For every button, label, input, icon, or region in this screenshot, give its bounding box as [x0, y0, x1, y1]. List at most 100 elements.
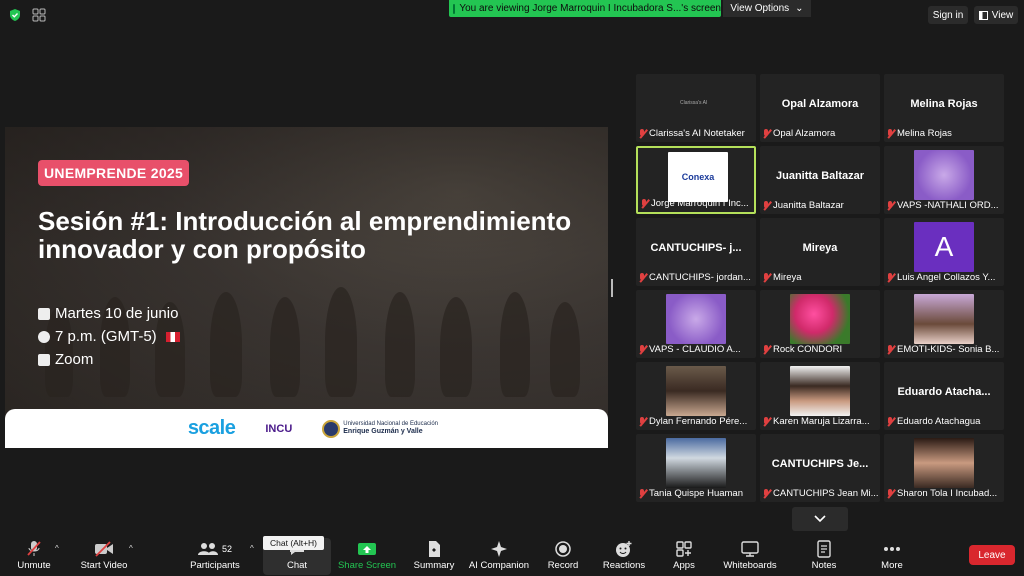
participant-label-text: Rock CONDORI [773, 344, 843, 355]
view-options-button[interactable]: View Options ⌄ [723, 0, 811, 17]
participant-video [790, 366, 850, 416]
microphone-muted-icon [762, 272, 771, 283]
participant-name-label: Mireya [762, 271, 878, 284]
participant-video [914, 150, 974, 200]
unmute-button[interactable]: Unmute [14, 540, 54, 574]
microphone-muted-icon [640, 198, 649, 209]
participant-tile[interactable]: Eduardo Atacha... Eduardo Atachagua [884, 362, 1004, 430]
participant-tile[interactable]: Dylan Fernando Pére... [636, 362, 756, 430]
scale-logo: scale [187, 417, 236, 439]
participant-video [914, 438, 974, 488]
participants-label: Participants [190, 560, 240, 571]
participant-label-text: EMOTI-KIDS- Sonia B... [897, 344, 1000, 355]
audio-options-caret[interactable]: ^ [55, 544, 59, 553]
shield-icon[interactable] [8, 8, 22, 22]
participant-name-label: VAPS - CLAUDIO A... [638, 343, 754, 356]
participant-name-label: Jorge Marroquin I Inc... [640, 197, 752, 210]
chat-tooltip: Chat (Alt+H) [263, 536, 324, 550]
participants-options-caret[interactable]: ^ [250, 544, 254, 553]
participant-display-name: CANTUCHIPS Je... [771, 458, 869, 470]
participant-name-label: Dylan Fernando Pére... [638, 415, 754, 428]
participant-label-text: Juanitta Baltazar [773, 200, 844, 211]
participant-label-text: Eduardo Atachagua [897, 416, 981, 427]
video-off-icon [95, 541, 113, 557]
participant-tile[interactable]: CANTUCHIPS- j... CANTUCHIPS- jordan... [636, 218, 756, 286]
university-logo: Universidad Nacional de Educación Enriqu… [322, 419, 438, 438]
participant-name-label: Rock CONDORI [762, 343, 878, 356]
participant-name-label: Eduardo Atachagua [886, 415, 1002, 428]
participant-label-text: Karen Maruja Lizarra... [773, 416, 870, 427]
participant-label-text: Dylan Fernando Pére... [649, 416, 748, 427]
participant-name-label: Sharon Tola I Incubad... [886, 487, 1002, 500]
participant-display-name: CANTUCHIPS- j... [650, 242, 742, 254]
microphone-muted-icon [638, 488, 647, 499]
participant-tile[interactable]: A Luis Angel Collazos Y... [884, 218, 1004, 286]
banner-text: You are viewing Jorge Marroquin I Incuba… [459, 3, 721, 14]
participant-tile[interactable]: Tania Quispe Huaman [636, 434, 756, 502]
participant-label-text: Clarissa's AI Notetaker [649, 128, 745, 139]
microphone-muted-icon [886, 272, 895, 283]
view-label: View [991, 9, 1014, 21]
leave-button[interactable]: Leave [969, 545, 1015, 565]
participant-name-label: CANTUCHIPS- jordan... [638, 271, 754, 284]
clock-icon [38, 330, 50, 343]
view-options-label: View Options [730, 3, 790, 14]
participant-tile[interactable]: Mireya Mireya [760, 218, 880, 286]
participant-name-label: CANTUCHIPS Jean Mi... [762, 487, 878, 500]
participant-tile[interactable]: Clarissa's AI Clarissa's AI Notetaker [636, 74, 756, 142]
top-bar: You are viewing Jorge Marroquin I Incuba… [0, 0, 1024, 30]
participant-name-label: EMOTI-KIDS- Sonia B... [886, 343, 1002, 356]
participant-label-text: CANTUCHIPS Jean Mi... [773, 488, 878, 499]
participant-tile[interactable]: CANTUCHIPS Je... CANTUCHIPS Jean Mi... [760, 434, 880, 502]
participant-label-text: Mireya [773, 272, 802, 283]
participant-tile[interactable]: Opal Alzamora Opal Alzamora [760, 74, 880, 142]
view-button[interactable]: View [974, 6, 1018, 24]
unmute-label: Unmute [17, 560, 51, 571]
microphone-muted-icon [762, 128, 771, 139]
video-options-caret[interactable]: ^ [129, 544, 133, 553]
participant-display-name: Mireya [802, 242, 838, 254]
microphone-muted-icon [27, 541, 41, 556]
microphone-muted-icon [886, 128, 895, 139]
participant-tile[interactable]: Rock CONDORI [760, 290, 880, 358]
participant-tile[interactable]: EMOTI-KIDS- Sonia B... [884, 290, 1004, 358]
participant-tile[interactable]: Conexa Jorge Marroquin I Inc... [636, 146, 756, 214]
participant-display-name: Juanitta Baltazar [775, 170, 865, 182]
participant-name-label: Juanitta Baltazar [762, 199, 878, 212]
microphone-muted-icon [638, 128, 647, 139]
participants-button[interactable]: 52 Participants [190, 540, 240, 574]
participant-tile[interactable]: Karen Maruja Lizarra... [760, 362, 880, 430]
participant-tile[interactable]: VAPS - CLAUDIO A... [636, 290, 756, 358]
participant-tile[interactable]: Melina Rojas Melina Rojas [884, 74, 1004, 142]
date-text: Martes 10 de junio [55, 305, 179, 322]
start-video-label: Start Video [80, 560, 128, 571]
university-seal-icon [322, 419, 341, 438]
participant-name-label: Opal Alzamora [762, 127, 878, 140]
session-title: Sesión #1: Introducción al emprendimient… [38, 206, 572, 264]
layout-icon [978, 10, 988, 20]
participant-tile[interactable]: VAPS -NATHALI ORD... [884, 146, 1004, 214]
incu-logo: INCU [265, 422, 293, 435]
participant-tile[interactable]: Sharon Tola I Incubad... [884, 434, 1004, 502]
time-line: 7 p.m. (GMT-5) [38, 328, 180, 345]
grid-icon[interactable] [31, 7, 47, 23]
university-name-line1: Universidad Nacional de Educación [343, 421, 438, 427]
participant-label-text: Tania Quispe Huaman [649, 488, 743, 499]
participant-video [666, 438, 726, 488]
participant-video [666, 366, 726, 416]
event-tag: UNEMPRENDE 2025 [38, 160, 190, 186]
participant-label-text: Sharon Tola I Incubad... [897, 488, 998, 499]
start-video-button[interactable]: Start Video [80, 540, 128, 574]
splitter-handle[interactable] [611, 279, 613, 297]
participant-tile[interactable]: Juanitta Baltazar Juanitta Baltazar [760, 146, 880, 214]
sign-in-button[interactable]: Sign in [928, 6, 968, 24]
participant-name-label: Melina Rojas [886, 127, 1002, 140]
gallery-scroll-down-button[interactable] [792, 507, 848, 531]
microphone-muted-icon [886, 200, 895, 211]
laptop-icon [38, 353, 50, 366]
zoom-window: You are viewing Jorge Marroquin I Incuba… [0, 0, 1024, 576]
participants-count: 52 [221, 544, 232, 554]
microphone-muted-icon [886, 488, 895, 499]
microphone-muted-icon [886, 416, 895, 427]
participant-display-name: Melina Rojas [910, 98, 978, 110]
